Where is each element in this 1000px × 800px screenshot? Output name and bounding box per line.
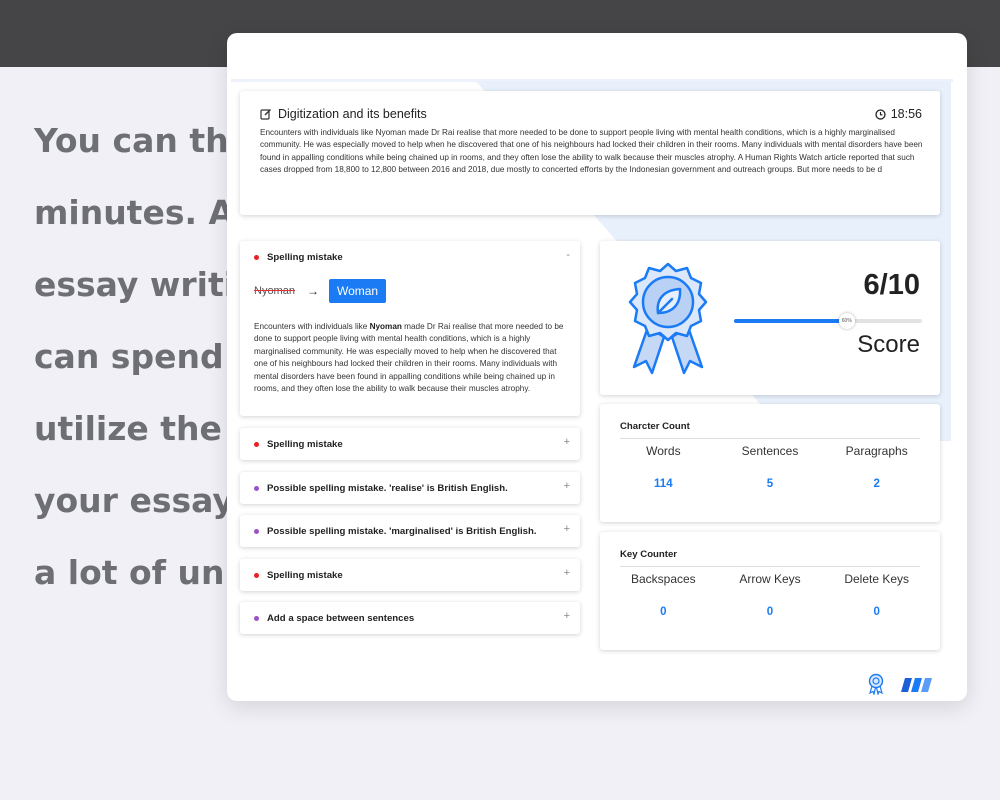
correction-row: Nyoman → Woman	[254, 279, 387, 303]
stat-backspaces: Backspaces 0	[610, 572, 717, 618]
stat-value: 0	[766, 606, 774, 618]
mistake-label: Add a space between sentences	[267, 612, 415, 624]
mistake-title: Spelling mistake	[254, 559, 343, 591]
divider	[620, 566, 920, 567]
mistake-label: Spelling mistake	[267, 569, 343, 581]
character-count-card: Charcter Count Words 114 Sentences 5 Par…	[600, 404, 940, 522]
footer-logo[interactable]	[901, 678, 933, 692]
arrow-icon: →	[306, 284, 319, 298]
stat-value: 114	[654, 478, 673, 490]
expand-toggle[interactable]: +	[564, 436, 570, 448]
score-value: 6/10	[863, 269, 920, 301]
essay-title: Digitization and its benefits	[278, 107, 427, 121]
edit-icon	[260, 109, 271, 120]
award-ribbon-icon	[628, 262, 708, 375]
essay-text[interactable]: Encounters with individuals like Nyoman …	[260, 127, 924, 177]
clock-icon	[875, 108, 886, 120]
mistake-context: Encounters with individuals like Nyoman …	[254, 321, 572, 395]
mistake-title: Spelling mistake	[254, 241, 343, 273]
timer-value: 18:56	[890, 107, 922, 121]
context-highlight: Nyoman	[369, 322, 402, 331]
stat-value: 0	[873, 606, 880, 618]
stat-value: 5	[766, 478, 774, 490]
essay-card: Digitization and its benefits 18:56 Enco…	[240, 91, 940, 215]
stat-label: Words	[646, 444, 681, 458]
expand-toggle[interactable]: +	[564, 480, 570, 492]
mistake-panel[interactable]: Spelling mistake +	[240, 428, 580, 460]
mistake-label: Spelling mistake	[267, 438, 343, 450]
stat-label: Backspaces	[630, 572, 696, 586]
stat-sentences: Sentences 5	[717, 444, 824, 490]
collapse-toggle[interactable]: -	[566, 249, 570, 261]
key-counter-title: Key Counter	[620, 549, 678, 560]
stat-arrow-keys: Arrow Keys 0	[717, 572, 824, 618]
warning-dot	[254, 615, 259, 621]
stat-label: Delete Keys	[844, 572, 910, 586]
character-count-columns: Words 114 Sentences 5 Paragraphs 2	[610, 444, 930, 490]
context-text: Encounters with individuals like	[254, 322, 370, 331]
timer: 18:56	[875, 107, 922, 121]
app-window: Digitization and its benefits 18:56 Enco…	[227, 33, 967, 701]
expand-toggle[interactable]: +	[564, 523, 570, 535]
wrong-word: Nyoman	[254, 285, 295, 297]
score-card: 6/10 60% Score	[600, 241, 940, 395]
stat-paragraphs: Paragraphs 2	[823, 444, 930, 490]
warning-dot	[254, 485, 259, 491]
stat-label: Paragraphs	[845, 444, 908, 458]
mistake-label: Possible spelling mistake. 'marginalised…	[267, 525, 537, 537]
expand-toggle[interactable]: +	[564, 567, 570, 579]
key-counter-columns: Backspaces 0 Arrow Keys 0 Delete Keys 0	[610, 572, 930, 618]
mistake-title: Possible spelling mistake. 'marginalised…	[254, 515, 537, 547]
warning-dot	[254, 528, 259, 534]
error-dot	[254, 254, 259, 260]
score-label: Score	[857, 331, 920, 358]
footer-award[interactable]	[867, 673, 885, 695]
stat-value: 2	[873, 478, 880, 490]
mistake-panel[interactable]: Possible spelling mistake. 'realise' is …	[240, 472, 580, 504]
mistake-title: Possible spelling mistake. 'realise' is …	[254, 472, 508, 504]
character-count-title: Charcter Count	[620, 421, 690, 432]
essay-header: Digitization and its benefits	[260, 107, 427, 121]
mistake-panel[interactable]: Spelling mistake +	[240, 559, 580, 591]
stat-words: Words 114	[610, 444, 717, 490]
mistake-panel[interactable]: Add a space between sentences +	[240, 602, 580, 634]
mistake-label: Spelling mistake	[267, 251, 343, 263]
divider	[620, 438, 920, 439]
mistake-title: Spelling mistake	[254, 428, 343, 460]
mistake-title: Add a space between sentences	[254, 602, 414, 634]
expand-toggle[interactable]: +	[564, 610, 570, 622]
mistake-panel[interactable]: Possible spelling mistake. 'marginalised…	[240, 515, 580, 547]
key-counter-card: Key Counter Backspaces 0 Arrow Keys 0 De…	[600, 532, 940, 650]
award-small-icon	[868, 673, 884, 695]
stat-label: Arrow Keys	[739, 572, 801, 586]
context-text: made Dr Rai realise that more needed to …	[254, 322, 564, 394]
error-dot	[254, 441, 259, 447]
mistake-label: Possible spelling mistake. 'realise' is …	[267, 482, 508, 494]
brand-logo-icon	[901, 678, 932, 692]
stat-delete-keys: Delete Keys 0	[823, 572, 930, 618]
stat-value: 0	[660, 606, 667, 618]
score-progress-knob: 60%	[838, 313, 855, 329]
stat-label: Sentences	[741, 444, 799, 458]
mistake-panel-expanded[interactable]: Spelling mistake - Nyoman → Woman Encoun…	[240, 241, 580, 416]
error-dot	[254, 572, 259, 578]
score-progress-bar: 60%	[734, 313, 922, 329]
score-progress-fill	[734, 319, 847, 323]
suggestion-button[interactable]: Woman	[328, 279, 387, 303]
